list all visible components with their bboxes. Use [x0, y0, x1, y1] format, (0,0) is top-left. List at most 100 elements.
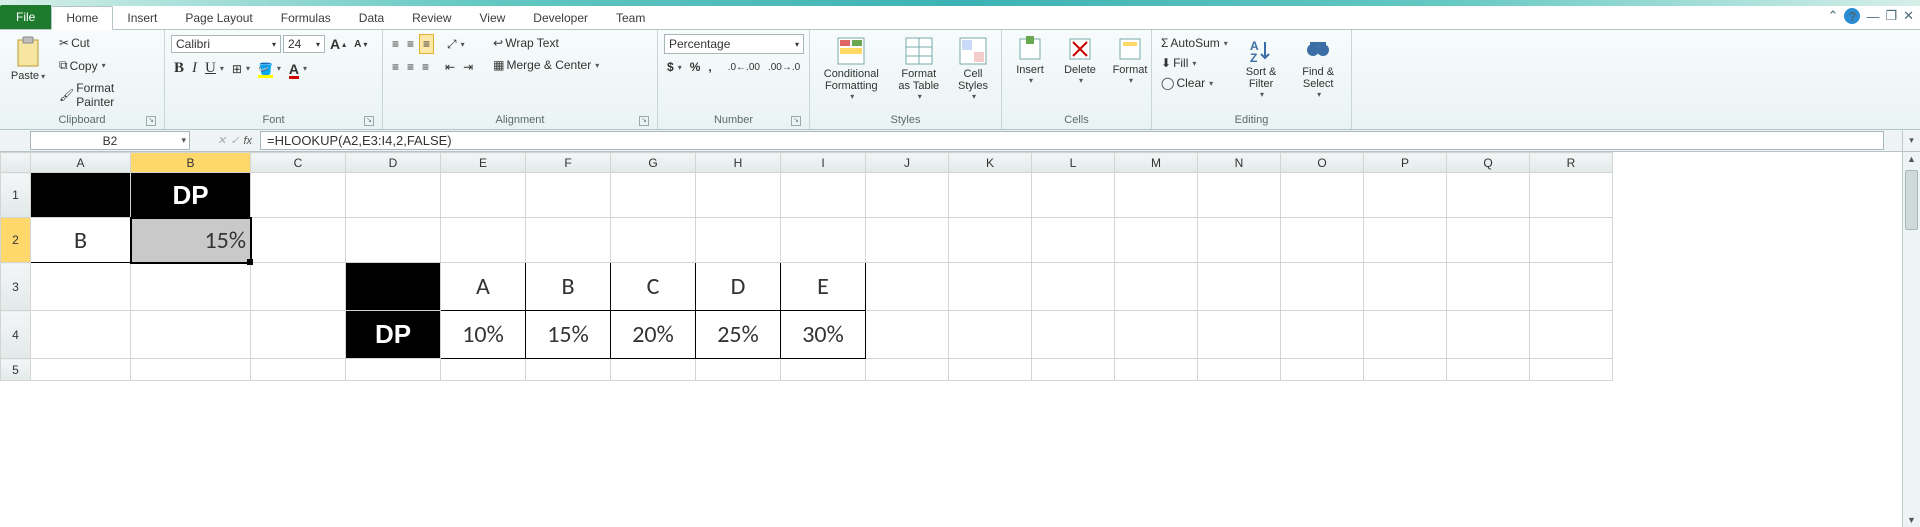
cell-M1[interactable] [1115, 173, 1198, 218]
cell-L2[interactable] [1032, 218, 1115, 263]
cell-H2[interactable] [696, 218, 781, 263]
cell-F2[interactable] [526, 218, 611, 263]
cell-N1[interactable] [1198, 173, 1281, 218]
cell-B1[interactable]: DP [131, 173, 251, 218]
shrink-font-button[interactable]: A▾ [351, 37, 370, 52]
cell-F4[interactable]: 15% [526, 311, 611, 359]
cell-F1[interactable] [526, 173, 611, 218]
cell-G1[interactable] [611, 173, 696, 218]
cell-N5[interactable] [1198, 359, 1281, 381]
cell-C4[interactable] [251, 311, 346, 359]
row-header-2[interactable]: 2 [1, 218, 31, 263]
col-header-G[interactable]: G [611, 153, 696, 173]
cell-O5[interactable] [1281, 359, 1364, 381]
percent-format-button[interactable]: % [687, 58, 704, 76]
cell-A2[interactable]: B [31, 218, 131, 263]
cell-Q3[interactable] [1447, 263, 1530, 311]
cell-C3[interactable] [251, 263, 346, 311]
cell-H5[interactable] [696, 359, 781, 381]
cell-L3[interactable] [1032, 263, 1115, 311]
format-as-table-button[interactable]: Format as Table [893, 34, 945, 103]
worksheet-grid[interactable]: ABCDEFGHIJKLMNOPQR1DP2B15%3ABCDE4DP10%15… [0, 152, 1613, 381]
scroll-up-arrow[interactable]: ▲ [1903, 154, 1920, 164]
tab-team[interactable]: Team [602, 7, 659, 29]
cell-A5[interactable] [31, 359, 131, 381]
col-header-M[interactable]: M [1115, 153, 1198, 173]
restore-icon[interactable]: ❐ [1885, 8, 1897, 24]
col-header-K[interactable]: K [949, 153, 1032, 173]
cell-M2[interactable] [1115, 218, 1198, 263]
cell-M4[interactable] [1115, 311, 1198, 359]
copy-button[interactable]: ⧉Copy [56, 56, 158, 75]
cell-I2[interactable] [781, 218, 866, 263]
font-dialog-launcher[interactable]: ↘ [364, 116, 374, 126]
cell-O2[interactable] [1281, 218, 1364, 263]
decrease-decimal-button[interactable]: .00→.0 [765, 60, 803, 75]
cell-R1[interactable] [1530, 173, 1613, 218]
help-icon[interactable]: ? [1844, 8, 1860, 24]
cell-R2[interactable] [1530, 218, 1613, 263]
grow-font-button[interactable]: A▴ [327, 34, 349, 54]
minimize-icon[interactable]: ― [1866, 9, 1879, 24]
tab-formulas[interactable]: Formulas [267, 7, 345, 29]
chevron-down-icon[interactable]: ▾ [181, 135, 186, 146]
vertical-scrollbar[interactable]: ▲ ▼ [1902, 152, 1920, 527]
cell-R3[interactable] [1530, 263, 1613, 311]
cell-P3[interactable] [1364, 263, 1447, 311]
orientation-button[interactable]: ⤢ [444, 35, 468, 54]
cell-L1[interactable] [1032, 173, 1115, 218]
find-select-button[interactable]: Find & Select [1291, 34, 1345, 101]
cell-E5[interactable] [441, 359, 526, 381]
paste-button[interactable]: Paste [6, 34, 50, 85]
cell-E1[interactable] [441, 173, 526, 218]
col-header-J[interactable]: J [866, 153, 949, 173]
cell-C1[interactable] [251, 173, 346, 218]
cell-Q4[interactable] [1447, 311, 1530, 359]
clipboard-dialog-launcher[interactable]: ↘ [146, 116, 156, 126]
cell-D3[interactable] [346, 263, 441, 311]
cell-H3[interactable]: D [696, 263, 781, 311]
cell-B2[interactable]: 15% [131, 218, 251, 263]
border-button[interactable]: ⊞ [229, 60, 253, 78]
decrease-indent-button[interactable]: ⇤ [442, 58, 458, 76]
row-header-1[interactable]: 1 [1, 173, 31, 218]
number-dialog-launcher[interactable]: ↘ [791, 116, 801, 126]
cell-M5[interactable] [1115, 359, 1198, 381]
cell-H1[interactable] [696, 173, 781, 218]
tab-view[interactable]: View [466, 7, 520, 29]
cell-K3[interactable] [949, 263, 1032, 311]
merge-center-button[interactable]: ▦Merge & Center [490, 56, 602, 74]
cell-K5[interactable] [949, 359, 1032, 381]
cell-N4[interactable] [1198, 311, 1281, 359]
tab-file[interactable]: File [0, 5, 51, 29]
cell-O3[interactable] [1281, 263, 1364, 311]
cell-F3[interactable]: B [526, 263, 611, 311]
col-header-O[interactable]: O [1281, 153, 1364, 173]
cell-F5[interactable] [526, 359, 611, 381]
cell-P4[interactable] [1364, 311, 1447, 359]
clear-button[interactable]: ◯Clear [1158, 74, 1231, 92]
cell-D2[interactable] [346, 218, 441, 263]
cell-D1[interactable] [346, 173, 441, 218]
cell-P5[interactable] [1364, 359, 1447, 381]
cell-E3[interactable]: A [441, 263, 526, 311]
cell-L5[interactable] [1032, 359, 1115, 381]
align-bottom-button[interactable]: ≡ [419, 34, 434, 54]
fx-button[interactable]: ✕✓fx [190, 130, 260, 151]
cell-J5[interactable] [866, 359, 949, 381]
cell-I4[interactable]: 30% [781, 311, 866, 359]
tab-review[interactable]: Review [398, 7, 465, 29]
select-all-corner[interactable] [1, 153, 31, 173]
name-box[interactable]: B2 ▾ [30, 131, 190, 150]
cut-button[interactable]: ✂Cut [56, 34, 158, 52]
delete-cells-button[interactable]: Delete [1058, 34, 1102, 87]
cell-A1[interactable] [31, 173, 131, 218]
cell-K4[interactable] [949, 311, 1032, 359]
cell-E2[interactable] [441, 218, 526, 263]
cell-J4[interactable] [866, 311, 949, 359]
font-size-combo[interactable]: 24▾ [283, 35, 325, 53]
col-header-L[interactable]: L [1032, 153, 1115, 173]
cell-styles-button[interactable]: Cell Styles [951, 34, 995, 103]
sort-filter-button[interactable]: AZ Sort & Filter [1237, 34, 1286, 101]
scroll-thumb[interactable] [1905, 170, 1918, 230]
